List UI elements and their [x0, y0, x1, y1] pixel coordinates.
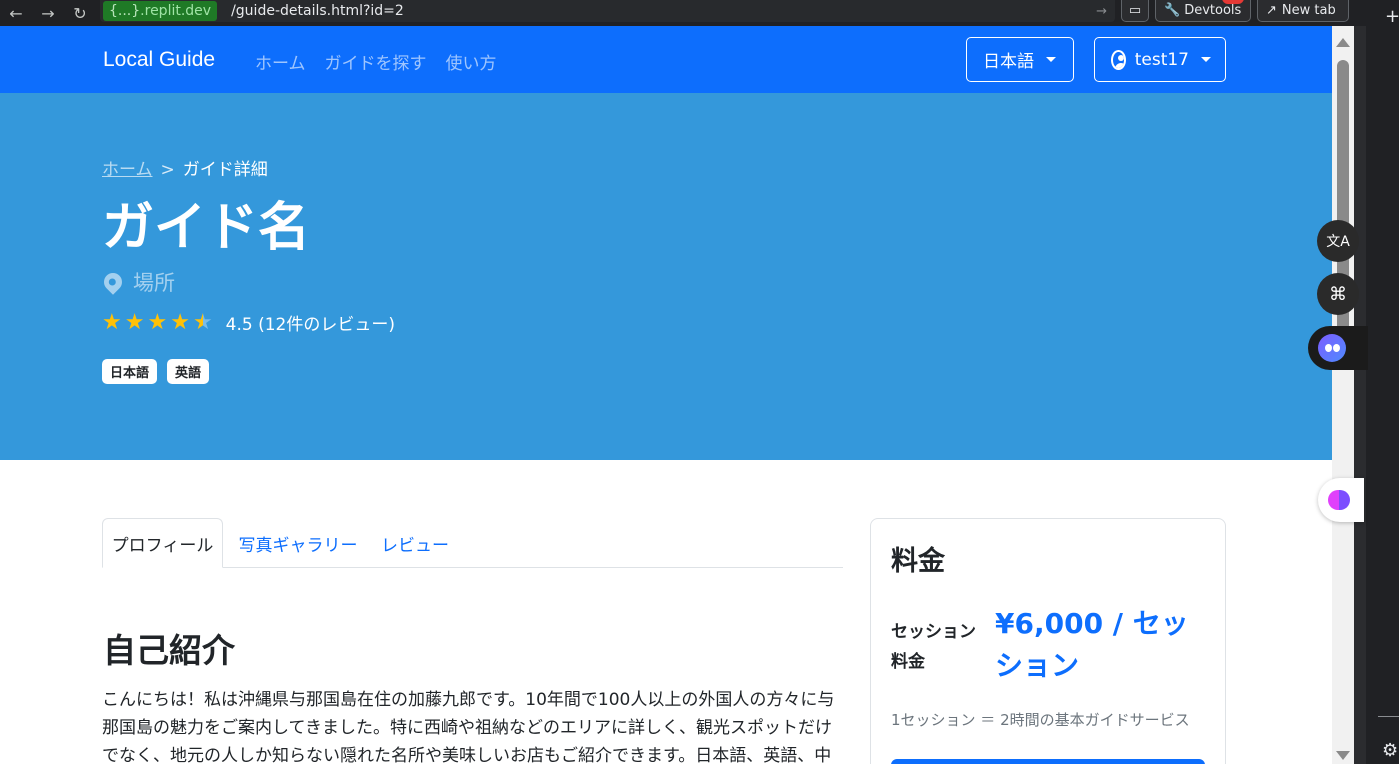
profile-tabs: プロフィール 写真ギャラリー レビュー: [102, 518, 843, 568]
caret-down-icon: [1201, 57, 1211, 62]
brain-icon: [1328, 490, 1350, 510]
address-bar[interactable]: {...}.replit.dev /guide-details.html?id=…: [100, 0, 1115, 22]
brain-button[interactable]: [1318, 478, 1364, 522]
book-button[interactable]: [891, 759, 1205, 764]
guide-hero: ホーム > ガイド詳細 ガイド名 場所 ★ ★ ★ ★ ★ 4.5 (12件のレビュ…: [0, 93, 1332, 460]
forward-icon[interactable]: →: [32, 4, 64, 23]
page-scrollbar[interactable]: [1332, 26, 1354, 764]
language-badge: 日本語: [102, 359, 158, 384]
wrench-icon: 🔧: [1164, 3, 1181, 18]
new-tab-button[interactable]: ↗ New tab: [1257, 0, 1349, 22]
section-title: 自己紹介: [103, 631, 235, 670]
scroll-down-icon[interactable]: [1336, 751, 1350, 760]
assistant-face-icon: [1318, 334, 1346, 362]
map-pin-icon: [100, 269, 126, 295]
nav-link-find-guide[interactable]: ガイドを探す: [325, 49, 427, 74]
breadcrumb: ホーム > ガイド詳細: [102, 155, 268, 180]
go-arrow-icon[interactable]: →: [1096, 4, 1107, 19]
language-badges: 日本語 英語: [102, 359, 210, 384]
url-domain: {...}.replit.dev: [103, 1, 218, 21]
session-price-label: セッション料金: [891, 622, 976, 672]
tab-profile[interactable]: プロフィール: [102, 518, 223, 568]
caret-down-icon: [1046, 57, 1056, 62]
guide-location: 場所: [100, 267, 175, 297]
session-note: 1セッション ＝ 2時間の基本ガイドサービス: [891, 711, 1190, 729]
star-half-icon: ★: [192, 309, 213, 335]
translate-icon[interactable]: 文A: [1317, 220, 1359, 262]
pricing-title: 料金: [891, 546, 945, 577]
pricing-card: 料金 セッション料金 ¥6,000 / セッション 1セッション ＝ 2時間の基…: [870, 518, 1226, 764]
star-icon: ★: [124, 309, 145, 335]
language-dropdown[interactable]: 日本語: [966, 37, 1074, 82]
devtools-button[interactable]: 🔧 Devtools: [1155, 0, 1251, 22]
assistant-button[interactable]: [1308, 326, 1368, 370]
user-menu-dropdown[interactable]: test17: [1094, 37, 1226, 82]
nav-link-home[interactable]: ホーム: [255, 49, 306, 74]
nav-link-how-to[interactable]: 使い方: [446, 49, 497, 74]
breadcrumb-home-link[interactable]: ホーム: [102, 160, 153, 180]
side-panel-strip: [1354, 26, 1399, 764]
plus-icon[interactable]: +: [1385, 6, 1399, 27]
brand-logo[interactable]: Local Guide: [103, 48, 215, 72]
command-icon[interactable]: ⌘: [1317, 273, 1359, 315]
gear-icon[interactable]: ⚙: [1382, 740, 1398, 761]
divider: [1378, 716, 1399, 717]
tab-reviews[interactable]: レビュー: [378, 518, 452, 568]
scroll-up-icon[interactable]: [1336, 38, 1350, 47]
star-icon: ★: [170, 309, 190, 335]
star-icon: ★: [147, 309, 168, 335]
breadcrumb-separator: >: [160, 160, 175, 180]
external-link-icon: ↗: [1266, 3, 1277, 18]
session-price: ¥6,000 / セッション: [995, 607, 1189, 682]
cast-icon[interactable]: ▭: [1121, 0, 1149, 22]
intro-text: こんにちは！私は沖縄県与那国島在住の加藤九郎です。10年間で100人以上の外国人…: [102, 690, 835, 764]
user-circle-icon: [1111, 49, 1126, 70]
url-path: /guide-details.html?id=2: [231, 3, 404, 19]
guide-name: ガイド名: [102, 198, 311, 258]
star-icon: ★: [102, 309, 122, 335]
language-badge: 英語: [167, 359, 210, 384]
nav-links: ホーム ガイドを探す 使い方: [255, 49, 497, 74]
tab-photo-gallery[interactable]: 写真ギャラリー: [233, 518, 363, 568]
guide-rating: ★ ★ ★ ★ ★ 4.5 (12件のレビュー): [102, 310, 395, 335]
rating-text: 4.5 (12件のレビュー): [225, 315, 396, 335]
reload-icon[interactable]: ↻: [64, 4, 96, 23]
breadcrumb-current: ガイド詳細: [182, 160, 268, 180]
site-navbar: Local Guide ホーム ガイドを探す 使い方 日本語 test17: [0, 26, 1332, 93]
back-icon[interactable]: ←: [0, 4, 32, 23]
